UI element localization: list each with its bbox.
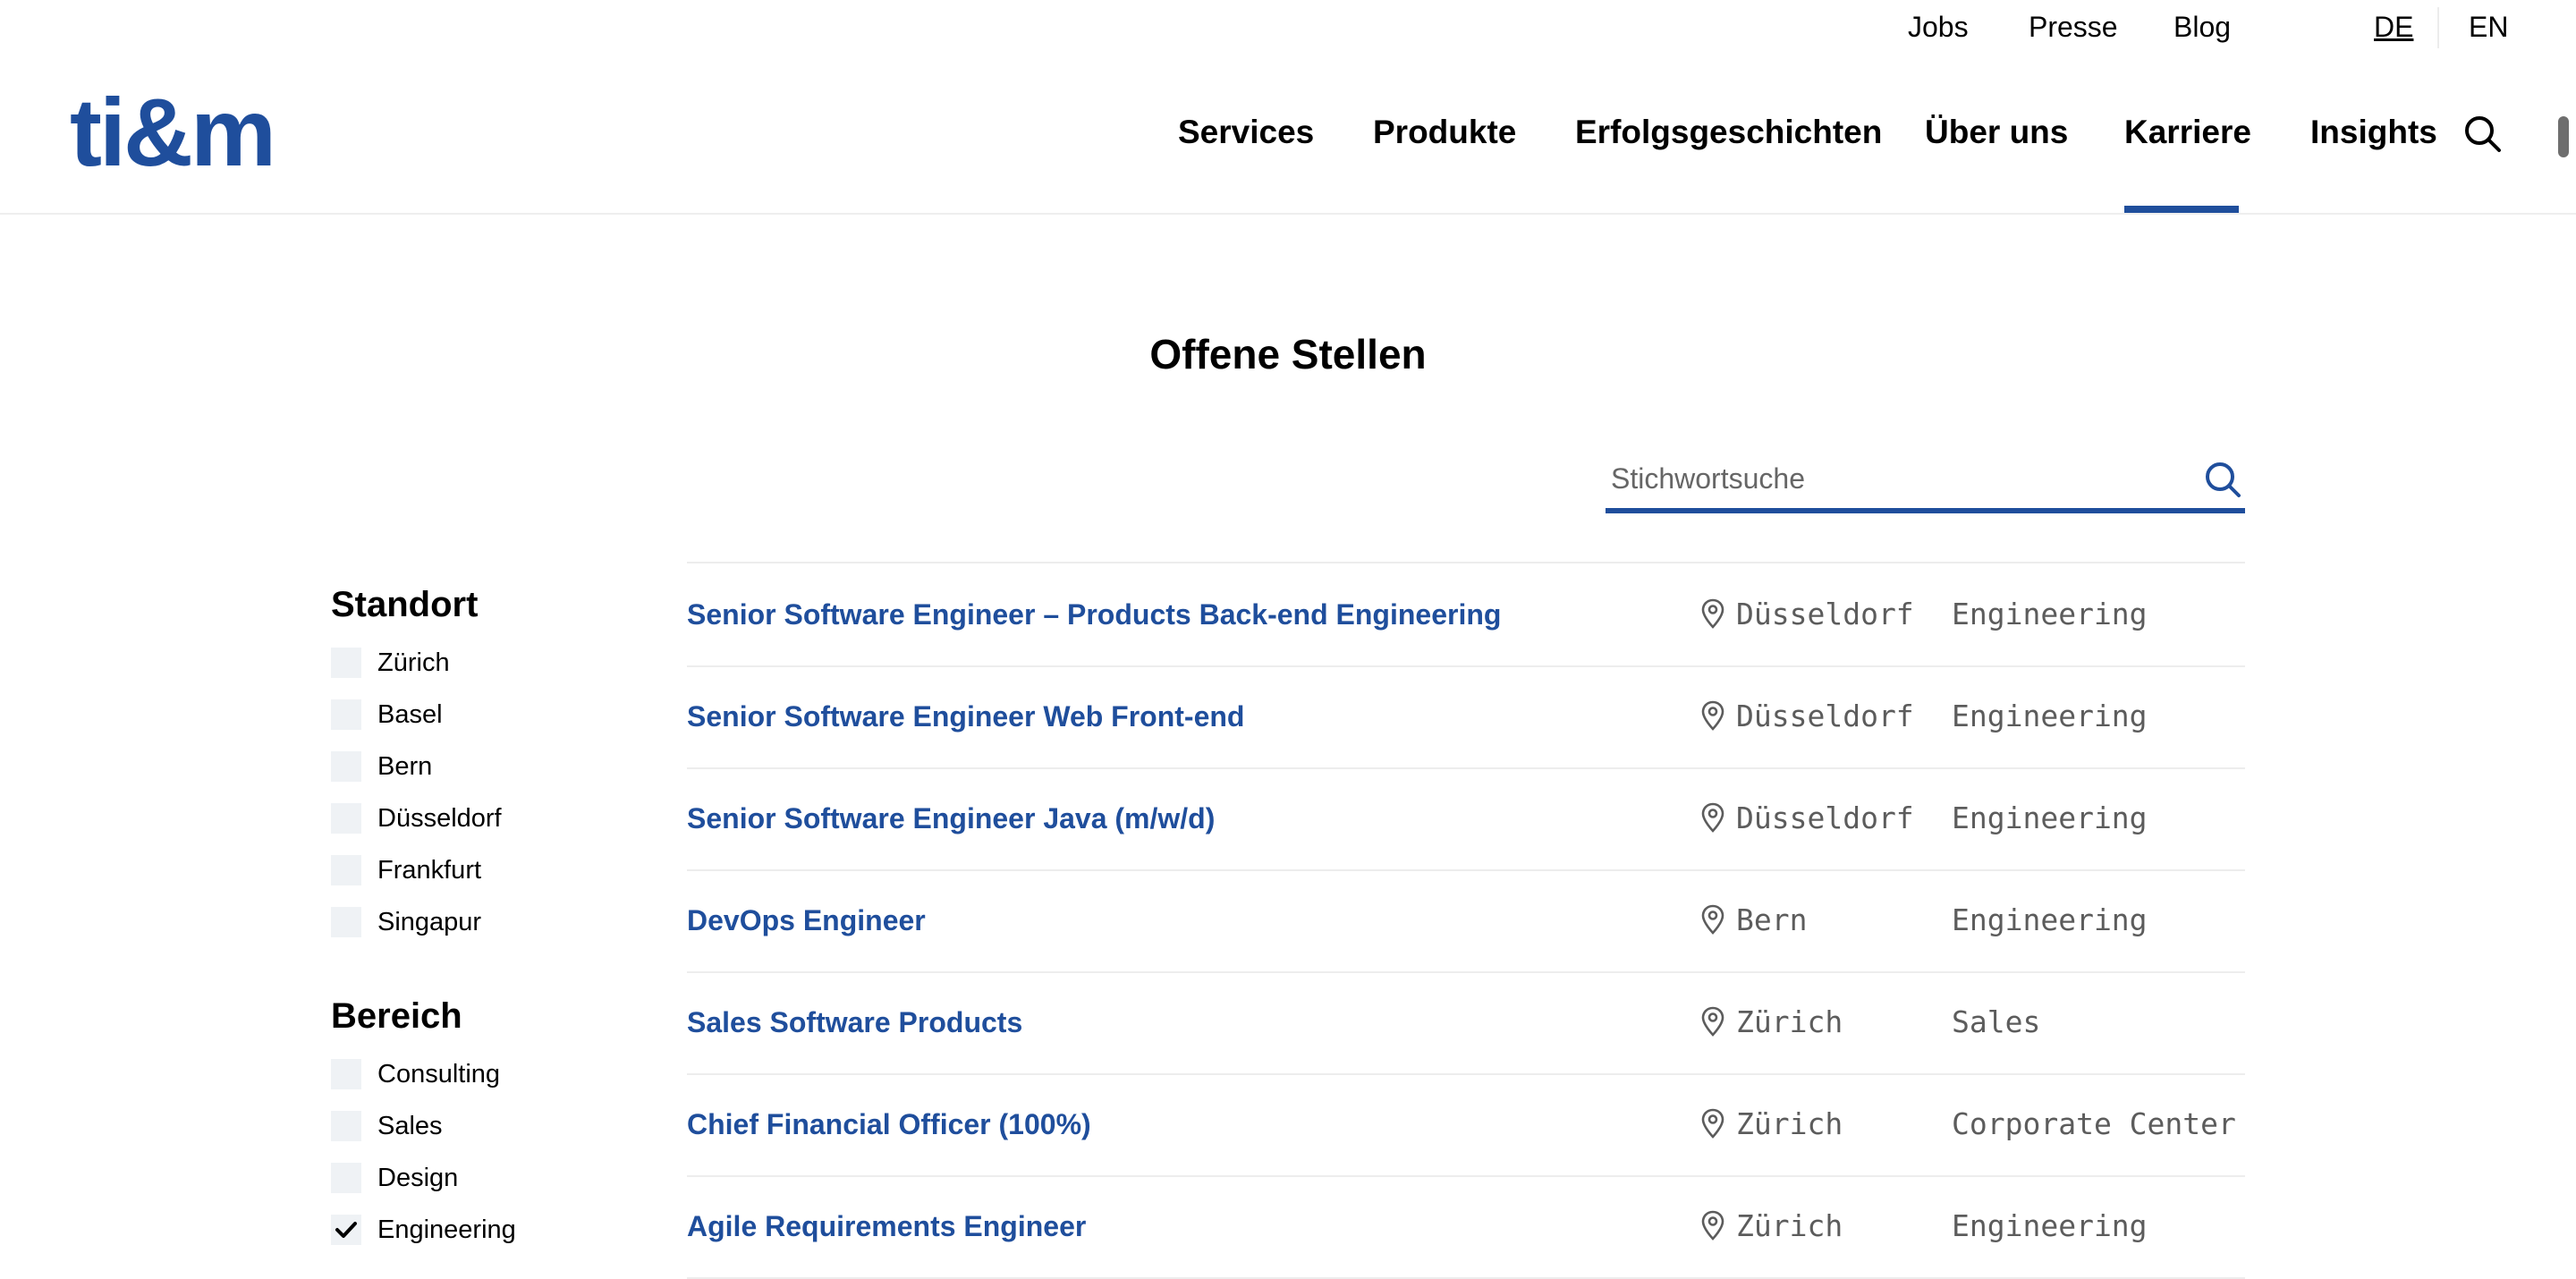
- filter-option-singapur[interactable]: Singapur: [331, 904, 481, 940]
- map-pin-icon: [1701, 904, 1724, 935]
- filter-heading-bereich: Bereich: [331, 996, 462, 1036]
- checkbox[interactable]: [331, 803, 361, 834]
- utility-bar: Jobs Presse Blog DE EN: [0, 0, 2576, 55]
- nav-services[interactable]: Services: [1178, 111, 1314, 154]
- checkbox[interactable]: [331, 751, 361, 782]
- map-pin-icon: [1701, 1108, 1724, 1139]
- job-title[interactable]: Senior Software Engineer – Products Back…: [687, 596, 1501, 633]
- job-location: Düsseldorf: [1736, 699, 1914, 733]
- filter-option-label: Sales: [377, 1112, 443, 1140]
- utility-link-blog[interactable]: Blog: [2174, 9, 2231, 45]
- job-area: Engineering: [1952, 699, 2148, 733]
- job-area: Engineering: [1952, 597, 2148, 631]
- map-pin-icon: [1701, 1006, 1724, 1037]
- filter-option-label: Basel: [377, 700, 443, 729]
- filter-option-label: Engineering: [377, 1215, 516, 1244]
- checkbox[interactable]: [331, 907, 361, 937]
- job-row[interactable]: Senior Software Engineer – Products Back…: [687, 563, 2245, 667]
- job-area: Corporate Center: [1952, 1106, 2236, 1141]
- filter-option-label: Singapur: [377, 908, 482, 936]
- language-de[interactable]: DE: [2374, 9, 2413, 45]
- filter-option-label: Frankfurt: [377, 856, 482, 885]
- checkbox[interactable]: [331, 1111, 361, 1141]
- checkbox[interactable]: [331, 855, 361, 885]
- map-pin-icon: [1701, 598, 1724, 629]
- job-title[interactable]: Agile Requirements Engineer: [687, 1207, 1086, 1245]
- scrollbar-thumb[interactable]: [2558, 116, 2569, 157]
- job-title[interactable]: Chief Financial Officer (100%): [687, 1105, 1091, 1143]
- checkmark-icon: [335, 1222, 357, 1238]
- page-title: Offene Stellen: [1149, 331, 1427, 377]
- filter-option-label: Bern: [377, 752, 433, 781]
- header-search-button[interactable]: [2463, 114, 2503, 154]
- filter-option-basel[interactable]: Basel: [331, 697, 443, 733]
- search-icon: [2465, 116, 2501, 152]
- keyword-search-input[interactable]: [1609, 454, 2176, 503]
- job-location: Zürich: [1736, 1208, 1843, 1243]
- filter-option-zuerich[interactable]: Zürich: [331, 645, 450, 681]
- checkbox-checked[interactable]: [331, 1215, 361, 1245]
- job-location: Bern: [1736, 902, 1808, 937]
- filter-option-label: Zürich: [377, 648, 450, 677]
- keyword-search: [1606, 454, 2245, 513]
- job-row[interactable]: Sales Software Products Zürich Sales: [687, 971, 2245, 1075]
- nav-karriere[interactable]: Karriere: [2124, 111, 2251, 154]
- search-icon: [2206, 462, 2241, 497]
- utility-link-presse[interactable]: Presse: [2029, 9, 2118, 45]
- logo[interactable]: ti&m: [70, 79, 276, 186]
- job-row[interactable]: Senior Software Engineer Java (m/w/d) Dü…: [687, 767, 2245, 871]
- filter-option-label: Consulting: [377, 1060, 501, 1088]
- nav-erfolgsgeschichten[interactable]: Erfolgsgeschichten: [1575, 111, 1882, 154]
- checkbox[interactable]: [331, 1059, 361, 1089]
- job-location: Zürich: [1736, 1106, 1843, 1141]
- job-area: Engineering: [1952, 902, 2148, 937]
- job-area: Engineering: [1952, 1208, 2148, 1243]
- filter-option-engineering[interactable]: Engineering: [331, 1212, 516, 1248]
- filter-heading-standort: Standort: [331, 585, 479, 624]
- checkbox[interactable]: [331, 1163, 361, 1193]
- job-row[interactable]: DevOps Engineer Bern Engineering: [687, 869, 2245, 973]
- job-row[interactable]: Agile Requirements Engineer Zürich Engin…: [687, 1175, 2245, 1279]
- filter-option-sales[interactable]: Sales: [331, 1108, 443, 1144]
- job-title[interactable]: DevOps Engineer: [687, 902, 926, 939]
- utility-link-jobs[interactable]: Jobs: [1908, 9, 1969, 45]
- checkbox[interactable]: [331, 699, 361, 730]
- filter-option-duesseldorf[interactable]: Düsseldorf: [331, 800, 502, 836]
- keyword-search-button[interactable]: [2203, 460, 2242, 499]
- map-pin-icon: [1701, 700, 1724, 731]
- filter-option-design[interactable]: Design: [331, 1160, 458, 1196]
- filter-option-label: Design: [377, 1164, 459, 1192]
- job-title[interactable]: Sales Software Products: [687, 1004, 1022, 1041]
- job-row[interactable]: Chief Financial Officer (100%) Zürich Co…: [687, 1073, 2245, 1177]
- map-pin-icon: [1701, 802, 1724, 833]
- filter-option-label: Düsseldorf: [377, 804, 502, 833]
- language-divider: [2437, 7, 2439, 48]
- job-location: Düsseldorf: [1736, 800, 1914, 835]
- job-row[interactable]: Senior Software Engineer Web Front-end D…: [687, 665, 2245, 769]
- filter-option-bern[interactable]: Bern: [331, 749, 432, 784]
- nav-insights[interactable]: Insights: [2310, 111, 2437, 154]
- job-location: Düsseldorf: [1736, 597, 1914, 631]
- filter-option-frankfurt[interactable]: Frankfurt: [331, 852, 481, 888]
- language-en[interactable]: EN: [2469, 9, 2508, 45]
- nav-ueber-uns[interactable]: Über uns: [1925, 111, 2068, 154]
- map-pin-icon: [1701, 1210, 1724, 1241]
- job-area: Engineering: [1952, 800, 2148, 835]
- header-divider: [0, 213, 2576, 215]
- checkbox[interactable]: [331, 648, 361, 678]
- filter-option-consulting[interactable]: Consulting: [331, 1056, 500, 1092]
- job-title[interactable]: Senior Software Engineer Web Front-end: [687, 698, 1244, 735]
- job-area: Sales: [1952, 1004, 2041, 1039]
- nav-produkte[interactable]: Produkte: [1373, 111, 1516, 154]
- job-location: Zürich: [1736, 1004, 1843, 1039]
- job-title[interactable]: Senior Software Engineer Java (m/w/d): [687, 800, 1215, 837]
- active-nav-indicator: [2124, 206, 2239, 213]
